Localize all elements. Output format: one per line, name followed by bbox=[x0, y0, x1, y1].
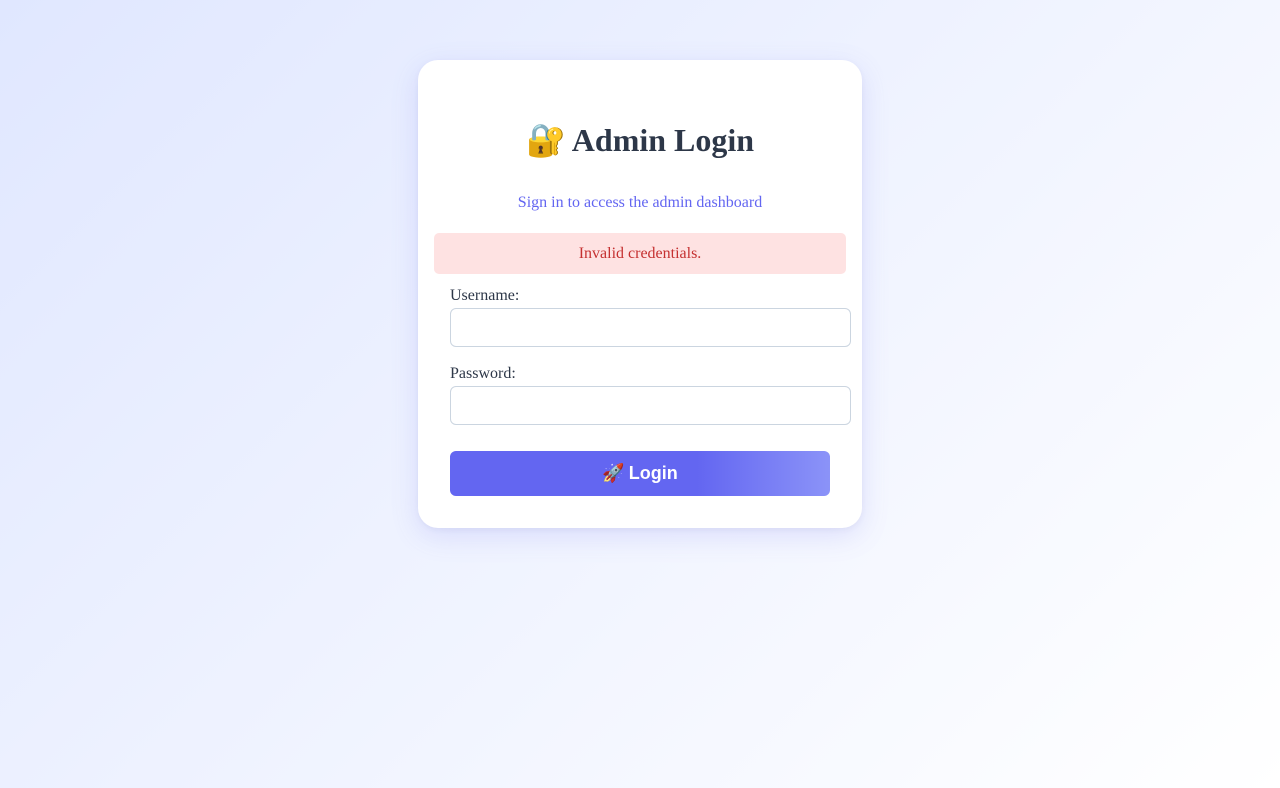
lock-with-key-icon: 🔐 bbox=[525, 122, 566, 158]
rocket-icon: 🚀 bbox=[602, 463, 625, 483]
login-button-label: Login bbox=[628, 463, 678, 483]
username-field[interactable] bbox=[450, 308, 851, 347]
password-field[interactable] bbox=[450, 386, 851, 425]
login-button[interactable]: 🚀 Login bbox=[450, 451, 830, 496]
password-label: Password: bbox=[450, 365, 516, 382]
page-title: 🔐 Admin Login bbox=[418, 118, 862, 162]
page-subtitle: Sign in to access the admin dashboard bbox=[517, 194, 763, 211]
username-label: Username: bbox=[450, 287, 520, 304]
error-message: Invalid credentials. bbox=[434, 233, 846, 274]
login-card: 🔐 Admin Login Sign in to access the admin… bbox=[418, 60, 862, 528]
page-title-text: Admin Login bbox=[571, 122, 755, 158]
